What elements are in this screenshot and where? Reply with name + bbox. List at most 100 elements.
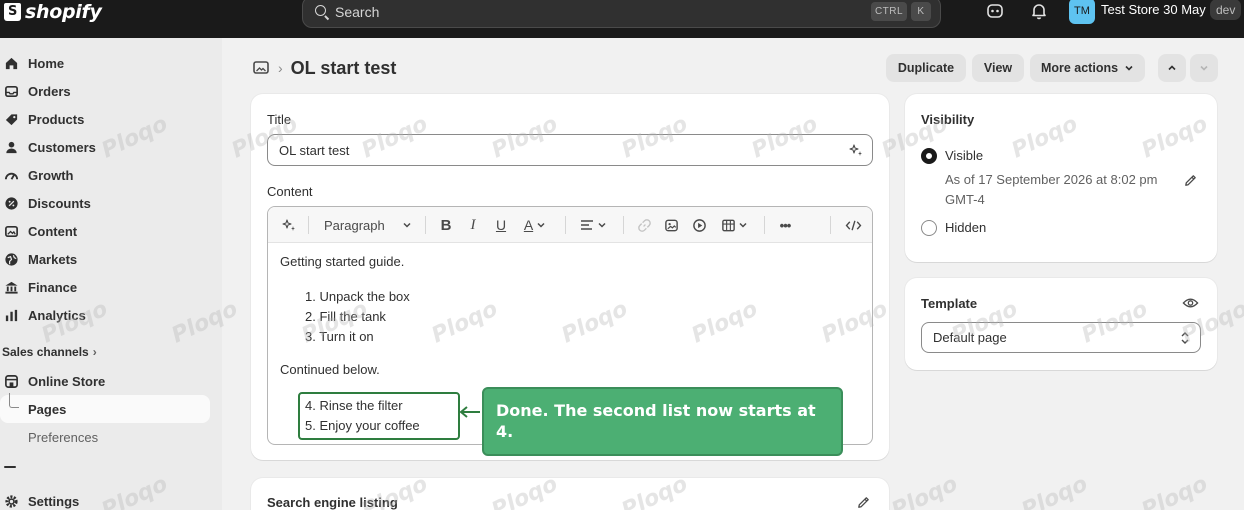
gauge-icon xyxy=(3,167,19,183)
sidebar-item-online-store[interactable]: Online Store xyxy=(0,367,210,395)
editor-toolbar: Paragraph B I U A ••• xyxy=(268,207,872,243)
hidden-label[interactable]: Hidden xyxy=(945,220,986,235)
edit-pencil-icon[interactable] xyxy=(1183,173,1198,188)
bar-chart-icon xyxy=(3,307,19,323)
code-view-icon[interactable] xyxy=(842,215,864,235)
video-play-icon[interactable] xyxy=(689,215,709,235)
edit-pencil-icon[interactable] xyxy=(856,495,871,510)
bell-icon[interactable] xyxy=(1030,2,1048,20)
paragraph-style-select[interactable]: Paragraph xyxy=(318,215,416,235)
home-icon xyxy=(3,55,19,71)
shopify-logo[interactable]: shopify xyxy=(4,0,102,24)
sidebar-item-products[interactable]: Products xyxy=(0,105,210,133)
toolbar-divider xyxy=(764,216,765,234)
table-icon[interactable] xyxy=(717,215,751,235)
link-icon[interactable] xyxy=(634,215,654,235)
store-name[interactable]: Test Store 30 May xyxy=(1101,2,1206,17)
magic-sparkle-icon[interactable] xyxy=(278,215,300,235)
discount-icon xyxy=(3,195,19,211)
store-avatar[interactable]: TM xyxy=(1069,0,1095,24)
visible-radio[interactable] xyxy=(921,148,937,164)
pages-icon[interactable] xyxy=(252,59,270,77)
watermark: Ploqo xyxy=(887,471,962,510)
watermark: Ploqo xyxy=(1137,471,1212,510)
chevron-down-icon xyxy=(1199,63,1209,73)
align-left-icon[interactable] xyxy=(576,215,610,235)
toolbar-divider xyxy=(425,216,426,234)
sidebar-item-customers[interactable]: Customers xyxy=(0,133,210,161)
sidebar-item-growth[interactable]: Growth xyxy=(0,161,210,189)
shopify-bag-icon xyxy=(4,3,21,21)
toolbar-divider xyxy=(565,216,566,234)
visibility-date: As of 17 September 2026 at 8:02 pm xyxy=(945,172,1158,187)
content-label: Content xyxy=(267,184,313,199)
list-item: 2. Fill the tank xyxy=(305,309,386,324)
sidebar-item-home[interactable]: Home xyxy=(0,49,210,77)
toolbar-divider xyxy=(830,216,831,234)
previous-page-button[interactable] xyxy=(1158,54,1186,82)
dev-badge: dev xyxy=(1210,0,1242,20)
image-icon[interactable] xyxy=(661,215,681,235)
title-input[interactable]: OL start test xyxy=(267,134,873,166)
toolbar-divider xyxy=(308,216,309,234)
underline-icon[interactable]: U xyxy=(491,215,511,235)
sidebar-item-markets[interactable]: Markets xyxy=(0,245,210,273)
page-header: › OL start test xyxy=(252,54,396,82)
sidebar-item-preferences[interactable]: Preferences xyxy=(0,423,210,451)
sales-channels-heading[interactable]: Sales channels › xyxy=(2,345,97,359)
hidden-radio[interactable] xyxy=(921,220,937,236)
tag-icon xyxy=(3,111,19,127)
search-placeholder: Search xyxy=(335,4,380,20)
person-icon xyxy=(3,139,19,155)
inbox-icon xyxy=(3,83,19,99)
visibility-title: Visibility xyxy=(921,112,975,127)
list-item: 3. Turn it on xyxy=(305,329,374,344)
chevron-up-icon xyxy=(1167,63,1177,73)
sidekick-icon[interactable] xyxy=(986,2,1004,20)
select-chevrons-icon xyxy=(1180,331,1190,345)
search-icon xyxy=(315,5,329,19)
chevron-down-icon xyxy=(1124,63,1134,73)
visible-label[interactable]: Visible xyxy=(945,148,983,163)
next-page-button[interactable] xyxy=(1190,54,1218,82)
gear-icon xyxy=(3,493,19,509)
paragraph-continued: Continued below. xyxy=(280,362,380,377)
globe-icon xyxy=(3,251,19,267)
top-bar: shopify Search CTRL K TM Test Store 30 M… xyxy=(0,0,1244,38)
template-select[interactable]: Default page xyxy=(921,322,1201,353)
search-bar[interactable]: Search CTRL K xyxy=(302,0,941,28)
sidebar-item-orders[interactable]: Orders xyxy=(0,77,210,105)
breadcrumb-separator: › xyxy=(278,60,283,76)
view-button[interactable]: View xyxy=(972,54,1024,82)
annotation-highlight-box xyxy=(298,392,460,440)
shortcut-ctrl: CTRL xyxy=(871,2,907,21)
title-label: Title xyxy=(267,112,292,127)
duplicate-button[interactable]: Duplicate xyxy=(886,54,966,82)
sidebar-item-discounts[interactable]: Discounts xyxy=(0,189,210,217)
more-options-icon[interactable]: ••• xyxy=(774,215,796,235)
eye-icon[interactable] xyxy=(1182,296,1199,310)
template-title: Template xyxy=(921,296,978,311)
sidebar-item-pages[interactable]: Pages xyxy=(0,393,210,423)
image-icon xyxy=(3,223,19,239)
tree-connector-icon xyxy=(9,393,19,408)
chevron-down-icon xyxy=(402,220,412,230)
sidebar-item-settings[interactable]: Settings xyxy=(0,487,210,510)
magic-sparkle-icon[interactable] xyxy=(849,143,863,157)
text-color-icon[interactable]: A xyxy=(518,215,552,235)
sidebar-divider xyxy=(4,466,16,468)
sidebar-item-content[interactable]: Content xyxy=(0,217,210,245)
italic-icon[interactable]: I xyxy=(463,215,483,235)
list-item: 1. Unpack the box xyxy=(305,289,410,304)
ordered-list-first: 1. Unpack the box 2. Fill the tank 3. Tu… xyxy=(305,287,410,347)
sidebar-item-finance[interactable]: Finance xyxy=(0,273,210,301)
seo-title: Search engine listing xyxy=(267,495,398,510)
shortcut-k: K xyxy=(911,2,931,21)
store-icon xyxy=(3,373,19,389)
bold-icon[interactable]: B xyxy=(436,215,456,235)
page-title: OL start test xyxy=(290,57,397,78)
bank-icon xyxy=(3,279,19,295)
chevron-right-icon: › xyxy=(92,345,97,359)
sidebar-item-analytics[interactable]: Analytics xyxy=(0,301,210,329)
more-actions-button[interactable]: More actions xyxy=(1030,54,1145,82)
